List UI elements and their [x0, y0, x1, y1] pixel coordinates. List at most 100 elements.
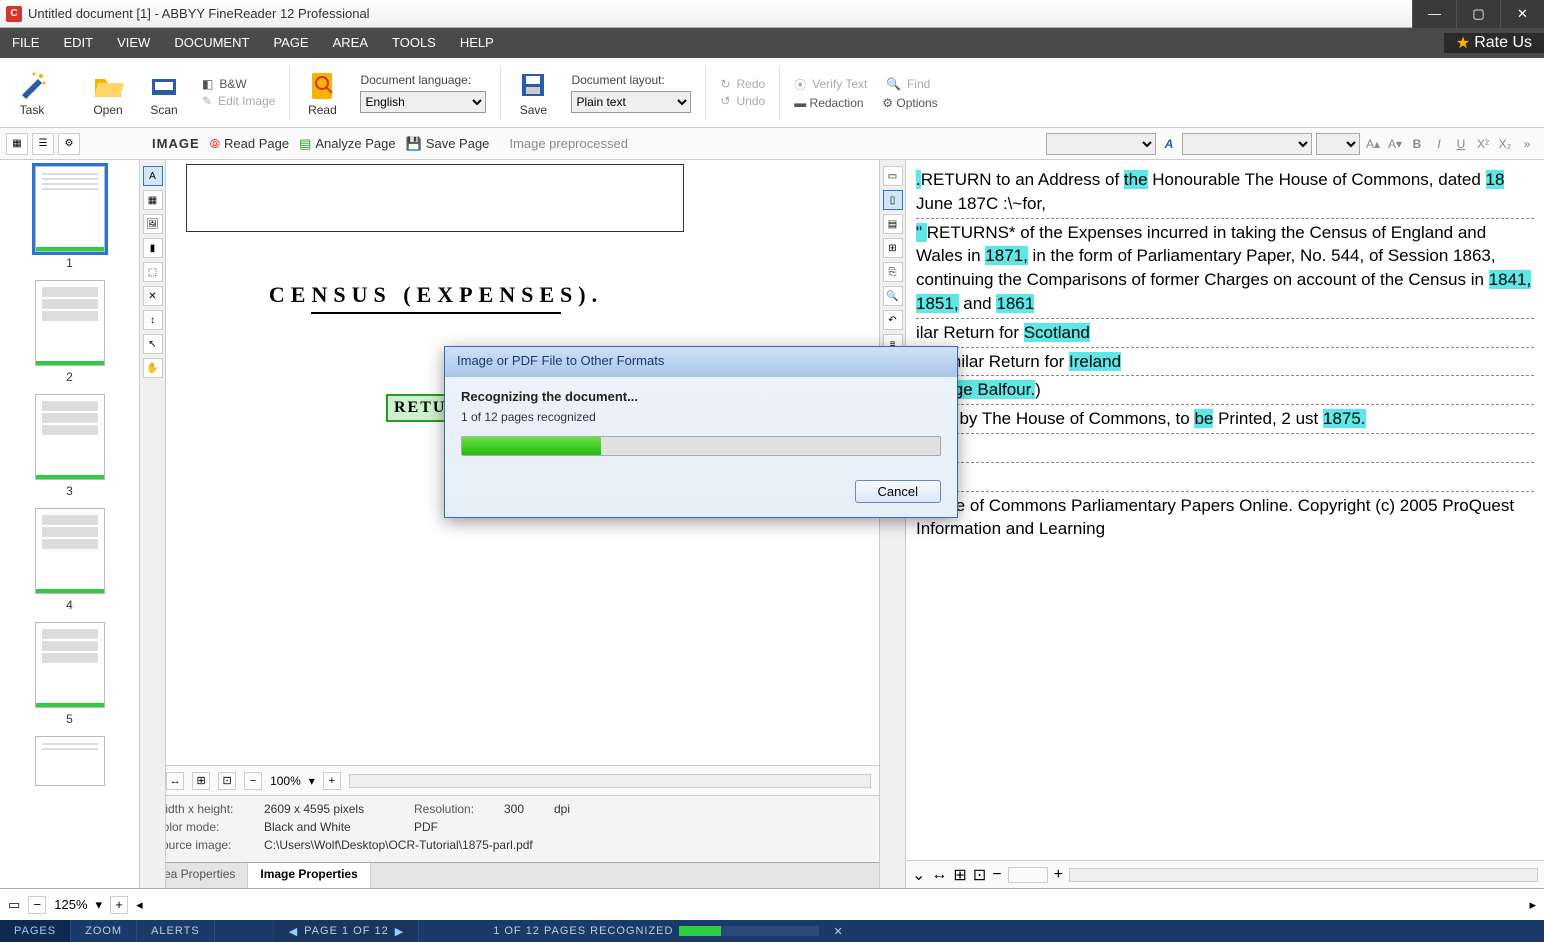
- status-pages[interactable]: PAGES: [0, 920, 71, 942]
- bold-button[interactable]: B: [1408, 135, 1426, 153]
- scroll-right-icon[interactable]: ▸: [1529, 897, 1536, 913]
- select-tool[interactable]: ⬚: [143, 262, 163, 282]
- zoom-value: 100%: [270, 774, 301, 788]
- more-button[interactable]: »: [1518, 135, 1536, 153]
- text-content[interactable]: .RETURN to an Address of the Honourable …: [906, 160, 1544, 888]
- window-controls: — ▢ ✕: [1412, 0, 1544, 28]
- superscript-button[interactable]: X²: [1474, 135, 1492, 153]
- language-select[interactable]: English: [360, 91, 486, 113]
- picture-area-tool[interactable]: 🖼: [143, 214, 163, 234]
- text-view-copy[interactable]: ⎘: [883, 262, 903, 282]
- minimize-button[interactable]: —: [1412, 0, 1456, 28]
- text-view-search[interactable]: 🔍: [883, 286, 903, 306]
- actual-button[interactable]: ⊡: [973, 865, 986, 885]
- zoom-dropdown-icon[interactable]: ▾: [309, 774, 315, 788]
- text-view-3[interactable]: ▤: [883, 214, 903, 234]
- menu-edit[interactable]: EDIT: [51, 28, 105, 58]
- maximize-button[interactable]: ▢: [1456, 0, 1500, 28]
- text-view-2[interactable]: ▯: [883, 190, 903, 210]
- table-area-tool[interactable]: ▦: [143, 190, 163, 210]
- save-button[interactable]: Save: [507, 58, 559, 127]
- status-alerts[interactable]: ALERTS: [137, 920, 215, 942]
- text-view-1[interactable]: ▭: [883, 166, 903, 186]
- dialog-title: Image or PDF File to Other Formats: [445, 347, 957, 377]
- zoom-value: 125%: [54, 897, 87, 912]
- page-button[interactable]: ⊞: [953, 865, 966, 885]
- thumb-2[interactable]: 2: [0, 280, 139, 384]
- menu-area[interactable]: AREA: [321, 28, 380, 58]
- rate-us-button[interactable]: ★Rate Us: [1444, 33, 1544, 53]
- zoom-field[interactable]: [1008, 867, 1048, 883]
- size-select[interactable]: [1316, 133, 1360, 155]
- eraser-tool[interactable]: ✕: [143, 286, 163, 306]
- layout-select[interactable]: Plain text: [571, 91, 691, 113]
- scan-button[interactable]: Scan: [138, 58, 190, 127]
- actual-size-button[interactable]: ⊡: [218, 772, 236, 790]
- scroll-left-icon[interactable]: ◂: [136, 897, 143, 913]
- fit-width-button[interactable]: ↔: [166, 772, 184, 790]
- zoom-out-button[interactable]: −: [992, 866, 1001, 884]
- menu-page[interactable]: PAGE: [261, 28, 320, 58]
- menu-file[interactable]: FILE: [0, 28, 51, 58]
- settings-view-button[interactable]: ⚙: [58, 133, 80, 155]
- zoom-in-button[interactable]: +: [1054, 866, 1063, 884]
- list-view-button[interactable]: ☰: [32, 133, 54, 155]
- bw-button[interactable]: ◧B&W: [202, 77, 275, 91]
- zoom-in-button[interactable]: +: [110, 896, 128, 914]
- text-view-prev[interactable]: ↶: [883, 310, 903, 330]
- grow-font-button[interactable]: A▴: [1364, 135, 1382, 153]
- underline-button[interactable]: U: [1452, 135, 1470, 153]
- thumb-6[interactable]: [0, 736, 139, 786]
- barcode-tool[interactable]: ▮: [143, 238, 163, 258]
- zoom-dropdown-icon[interactable]: ▾: [96, 897, 103, 913]
- prev-page-icon[interactable]: ◀: [289, 925, 298, 938]
- status-recognition: 1 OF 12 PAGES RECOGNIZED ✕: [479, 920, 858, 942]
- subscript-button[interactable]: X₂: [1496, 135, 1514, 153]
- open-button[interactable]: Open: [82, 58, 134, 127]
- thumb-4[interactable]: 4: [0, 508, 139, 612]
- menu-help[interactable]: HELP: [448, 28, 506, 58]
- scan-label: Scan: [150, 103, 177, 117]
- thumbnail-view-button[interactable]: ▦: [6, 133, 28, 155]
- scrollbar[interactable]: [349, 774, 871, 788]
- pointer-tool[interactable]: ↖: [143, 334, 163, 354]
- options-button[interactable]: ⚙ Options: [882, 96, 937, 110]
- text-view-4[interactable]: ⊞: [883, 238, 903, 258]
- text-line: d, similar Return for Ireland: [916, 348, 1534, 377]
- font-select[interactable]: [1182, 133, 1312, 155]
- thumb-3[interactable]: 3: [0, 394, 139, 498]
- tab-image-properties[interactable]: Image Properties: [248, 863, 370, 888]
- analyze-page-button[interactable]: ▤Analyze Page: [299, 136, 396, 152]
- image-toolstrip: A ▦ 🖼 ▮ ⬚ ✕ ↕ ↖ ✋: [140, 160, 166, 888]
- cancel-recognition-icon[interactable]: ✕: [833, 925, 843, 938]
- zoom-out-button[interactable]: −: [28, 896, 46, 914]
- thumb-5[interactable]: 5: [0, 622, 139, 726]
- menu-document[interactable]: DOCUMENT: [162, 28, 261, 58]
- hand-tool[interactable]: ✋: [143, 358, 163, 378]
- page-icon[interactable]: ▭: [8, 897, 20, 913]
- next-page-icon[interactable]: ▶: [395, 925, 404, 938]
- read-page-button[interactable]: ⦾Read Page: [210, 136, 289, 152]
- close-button[interactable]: ✕: [1500, 0, 1544, 28]
- menu-view[interactable]: VIEW: [105, 28, 162, 58]
- text-area-tool[interactable]: A: [143, 166, 163, 186]
- zoom-in-button[interactable]: +: [323, 772, 341, 790]
- cancel-button[interactable]: Cancel: [855, 480, 941, 503]
- style-icon[interactable]: A: [1160, 135, 1178, 153]
- read-button[interactable]: Read: [296, 58, 348, 127]
- style-select[interactable]: [1046, 133, 1156, 155]
- save-page-button[interactable]: 💾Save Page: [406, 136, 490, 152]
- task-button[interactable]: Task: [6, 58, 58, 127]
- expand-icon[interactable]: ⌄: [912, 865, 925, 885]
- order-tool[interactable]: ↕: [143, 310, 163, 330]
- thumb-1[interactable]: 1: [0, 166, 139, 270]
- thumbnail-panel[interactable]: 1 2 3 4 5: [0, 160, 140, 888]
- italic-button[interactable]: I: [1430, 135, 1448, 153]
- status-zoom[interactable]: ZOOM: [71, 920, 137, 942]
- scrollbar[interactable]: [1069, 868, 1538, 882]
- menu-tools[interactable]: TOOLS: [380, 28, 448, 58]
- fit-button[interactable]: ↔: [931, 866, 947, 884]
- shrink-font-button[interactable]: A▾: [1386, 135, 1404, 153]
- fit-page-button[interactable]: ⊞: [192, 772, 210, 790]
- zoom-out-button[interactable]: −: [244, 772, 262, 790]
